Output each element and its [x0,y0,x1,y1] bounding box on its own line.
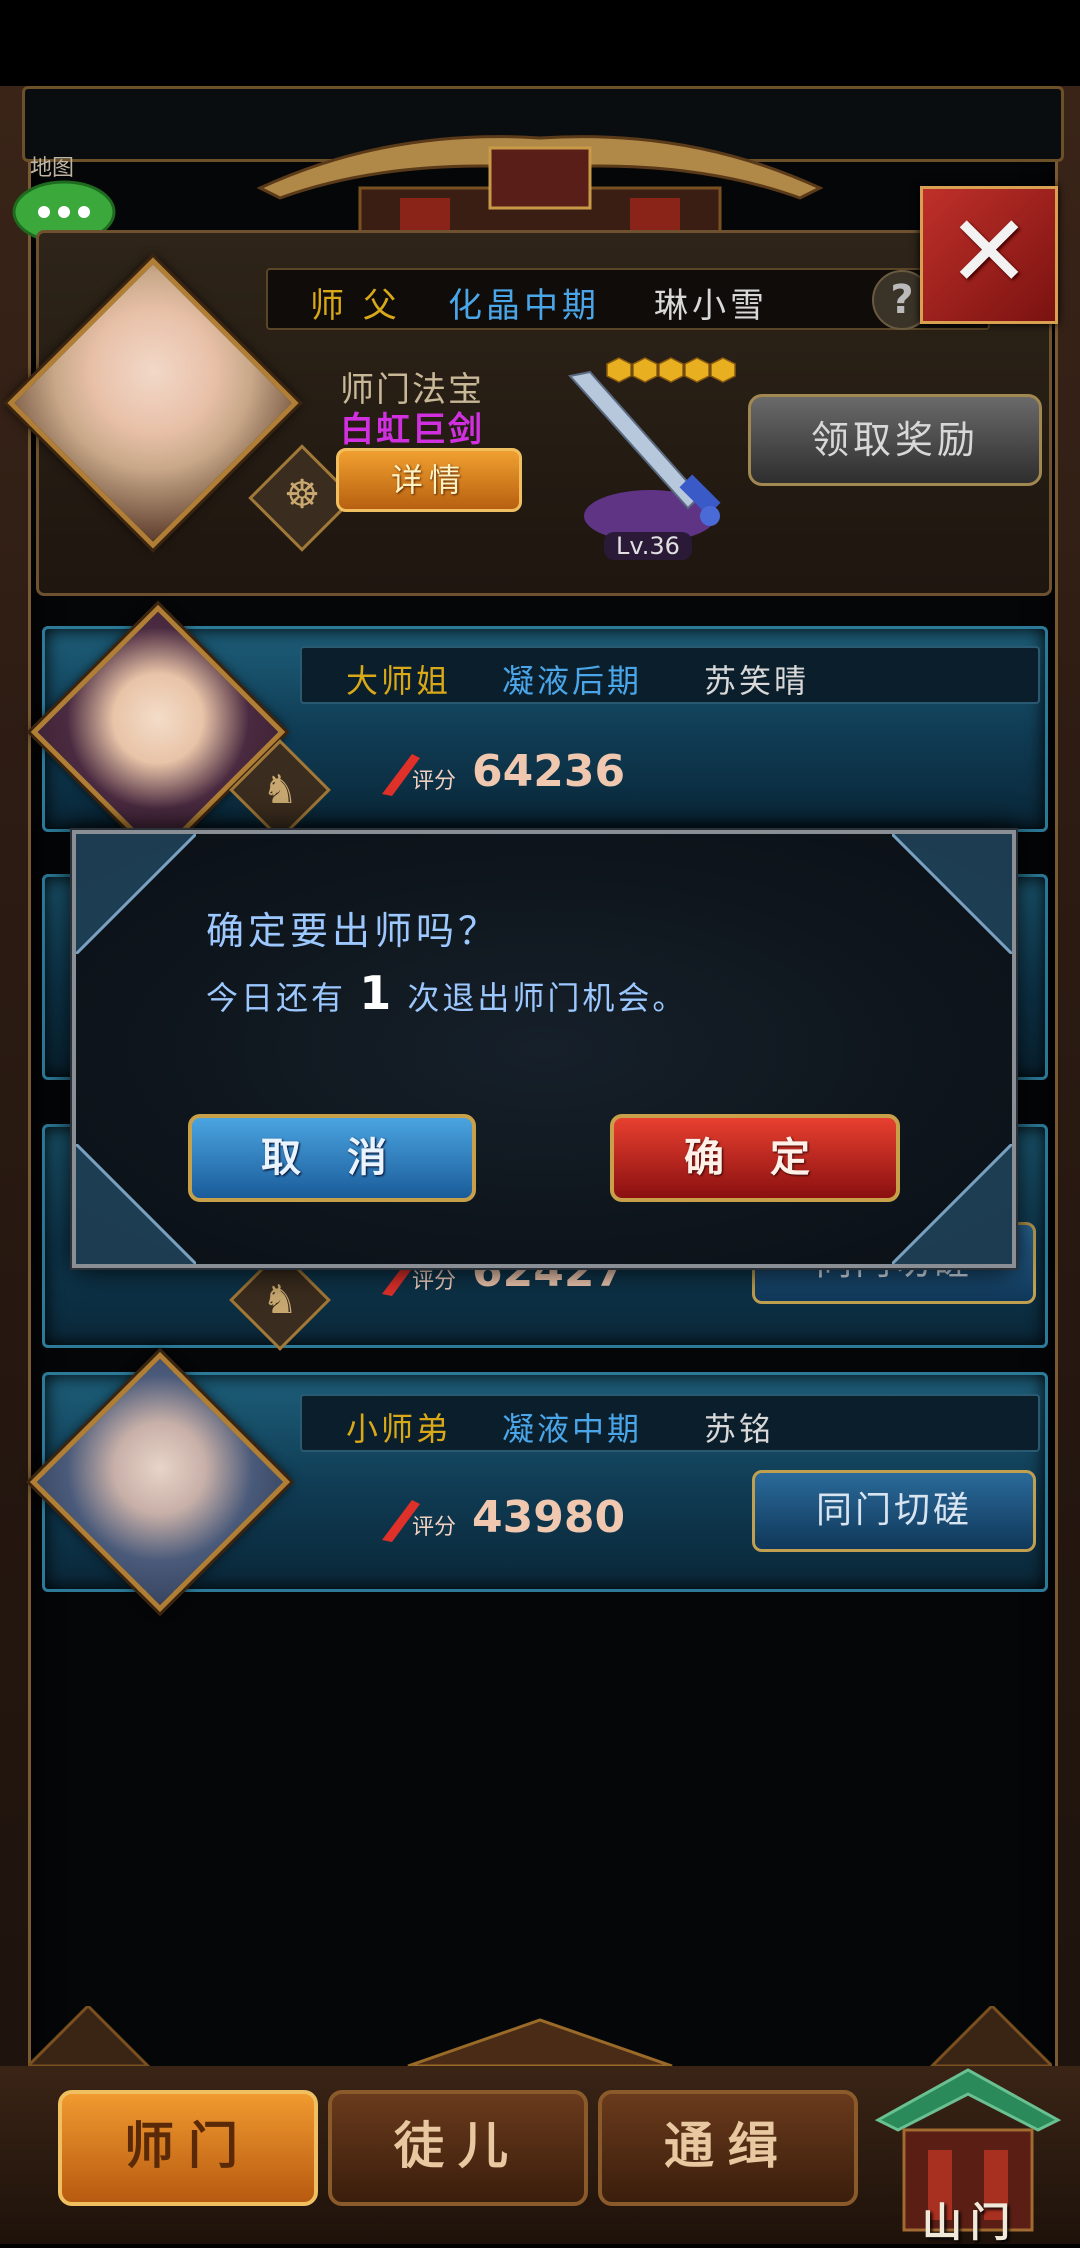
tab-disciples[interactable]: 徒儿 [328,2090,588,2206]
dialog-corner [76,1144,196,1264]
dialog-corner [892,834,1012,954]
dialog-corner [892,1144,1012,1264]
tab-master-sect[interactable]: 师门 [58,2090,318,2206]
dialog-message: 今日还有 1 次退出师门机会。 [206,966,687,1020]
confirm-dialog [72,830,1016,1268]
remaining-count: 1 [359,966,395,1020]
dialog-message-prefix: 今日还有 [206,979,347,1017]
dialog-title: 确定要出师吗？ [206,909,501,953]
dialog-corner [76,834,196,954]
tab-wanted[interactable]: 通缉 [598,2090,858,2206]
gate-label[interactable]: 山门 [900,2190,1040,2248]
dialog-message-suffix: 次退出师门机会。 [407,979,688,1017]
cancel-button[interactable]: 取 消 [188,1114,476,1202]
confirm-button[interactable]: 确 定 [610,1114,900,1202]
